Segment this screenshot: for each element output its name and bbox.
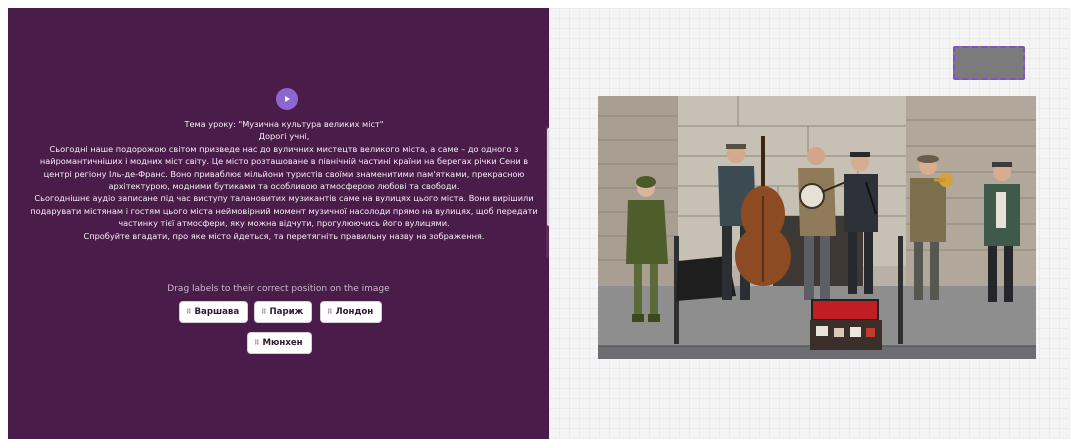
lesson-greeting: Дорогі учні,: [258, 131, 310, 142]
drag-label-london[interactable]: ⠿ Лондон: [321, 302, 382, 322]
drag-label-paris[interactable]: ⠿ Париж: [255, 302, 312, 322]
app: Тема уроку: "Музична культура великих мі…: [0, 0, 1070, 439]
lesson-paragraph-1: Сьогодні наше подорожою світом призведе …: [39, 143, 529, 192]
drag-label-warsaw[interactable]: ⠿ Варшава: [180, 302, 248, 322]
play-audio-button[interactable]: [276, 88, 298, 110]
drag-handle-icon: ⠿: [327, 308, 333, 316]
street-musicians-photo: [598, 96, 1036, 359]
drag-label-text: Варшава: [194, 307, 240, 317]
drag-label-text: Париж: [269, 307, 304, 317]
lesson-text[interactable]: Тема уроку: "Музична культура великих мі…: [26, 118, 542, 256]
drag-handle-icon: ⠿: [254, 339, 260, 347]
lesson-paragraph-2: Сьогоднішнє аудіо записане під час висту…: [30, 193, 538, 229]
lesson-paragraph-3: Спробуйте вгадати, про яке місто йдеться…: [83, 230, 485, 241]
drag-handle-icon: ⠿: [261, 308, 267, 316]
content-panel: Тема уроку: "Музична культура великих мі…: [8, 8, 554, 439]
drag-label-text: Лондон: [335, 307, 374, 317]
label-drop-zone[interactable]: [953, 46, 1025, 80]
drag-label-text: Мюнхен: [262, 338, 303, 348]
drag-handle-icon: ⠿: [186, 308, 192, 316]
drag-label-munich[interactable]: ⠿ Мюнхен: [248, 333, 311, 353]
lesson-topic: Тема уроку: "Музична культура великих мі…: [184, 119, 384, 129]
drag-instruction: Drag labels to their correct position on…: [167, 284, 390, 294]
play-icon: [285, 96, 290, 102]
image-panel: [549, 8, 1070, 439]
street-musicians-illustration: [598, 96, 1036, 359]
